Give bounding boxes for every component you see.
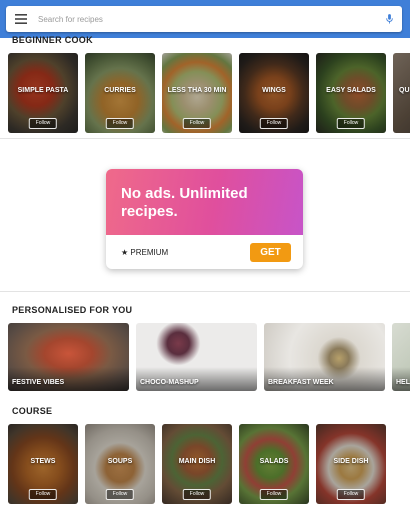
follow-button[interactable]: Follow [182, 489, 212, 500]
card-title: BREAKFAST WEEK [268, 379, 334, 386]
personalised-card[interactable]: HEL [392, 323, 410, 391]
card-title: EASY SALADS [326, 87, 376, 94]
card-title: MAIN DISH [178, 458, 216, 465]
card-title: SALADS [259, 458, 289, 465]
search-bar[interactable] [6, 6, 402, 32]
card-title: FESTIVE VIBES [12, 379, 65, 386]
card-title: LESS THA 30 MIN [167, 87, 227, 94]
collection-card[interactable]: STEWS Follow [8, 424, 78, 504]
get-premium-button[interactable]: GET [250, 243, 291, 262]
follow-button[interactable]: Follow [259, 118, 289, 129]
follow-button[interactable]: Follow [182, 118, 212, 129]
collection-card[interactable]: CURRIES Follow [85, 53, 155, 133]
collection-card[interactable]: MAIN DISH Follow [162, 424, 232, 504]
search-input[interactable] [38, 14, 376, 24]
card-title: CURRIES [104, 87, 136, 94]
promo-headline: No ads. Unlimited recipes. [121, 185, 248, 220]
follow-button[interactable]: Follow [105, 489, 135, 500]
section-divider [0, 138, 410, 139]
card-title: CHOCO-MASHUP [140, 379, 199, 386]
collection-card[interactable]: SALADS Follow [239, 424, 309, 504]
collection-card[interactable]: SOUPS Follow [85, 424, 155, 504]
personalised-row[interactable]: FESTIVE VIBES CHOCO-MASHUP BREAKFAST WEE… [8, 323, 410, 391]
personalised-card[interactable]: CHOCO-MASHUP [136, 323, 257, 391]
personalised-card[interactable]: FESTIVE VIBES [8, 323, 129, 391]
collection-card[interactable]: SIDE DISH Follow [316, 424, 386, 504]
collection-card[interactable]: QU [393, 53, 410, 133]
section-title-personalised: PERSONALISED FOR YOU [12, 305, 133, 315]
follow-button[interactable]: Follow [336, 489, 366, 500]
section-title-course: COURSE [12, 406, 53, 416]
follow-button[interactable]: Follow [336, 118, 366, 129]
collection-card[interactable]: SIMPLE PASTA Follow [8, 53, 78, 133]
card-title: SOUPS [107, 458, 133, 465]
recipe-app-screen: BEGINNER COOK SIMPLE PASTA Follow CURRIE… [0, 0, 410, 512]
personalised-card[interactable]: BREAKFAST WEEK [264, 323, 385, 391]
section-title-beginner-cook: BEGINNER COOK [12, 35, 93, 45]
premium-label: ★ PREMIUM [121, 248, 169, 257]
beginner-cook-row[interactable]: SIMPLE PASTA Follow CURRIES Follow LESS … [8, 53, 410, 133]
card-title: HEL [396, 379, 410, 386]
microphone-icon[interactable] [376, 6, 402, 32]
follow-button[interactable]: Follow [105, 118, 135, 129]
card-title: STEWS [30, 458, 56, 465]
hamburger-menu-icon[interactable] [6, 6, 36, 32]
collection-card[interactable]: LESS THA 30 MIN Follow [162, 53, 232, 133]
card-title: WINGS [262, 87, 286, 94]
card-title: QU [399, 87, 410, 94]
section-divider [0, 291, 410, 292]
follow-button[interactable]: Follow [259, 489, 289, 500]
premium-promo-card[interactable]: No ads. Unlimited recipes. ★ PREMIUM GET [106, 169, 303, 269]
collection-card[interactable]: WINGS Follow [239, 53, 309, 133]
card-title: SIMPLE PASTA [17, 87, 69, 94]
top-app-bar [0, 0, 410, 38]
collection-card[interactable]: EASY SALADS Follow [316, 53, 386, 133]
card-title: SIDE DISH [333, 458, 369, 465]
course-row[interactable]: STEWS Follow SOUPS Follow MAIN DISH Foll… [8, 424, 386, 504]
follow-button[interactable]: Follow [28, 118, 58, 129]
follow-button[interactable]: Follow [28, 489, 58, 500]
